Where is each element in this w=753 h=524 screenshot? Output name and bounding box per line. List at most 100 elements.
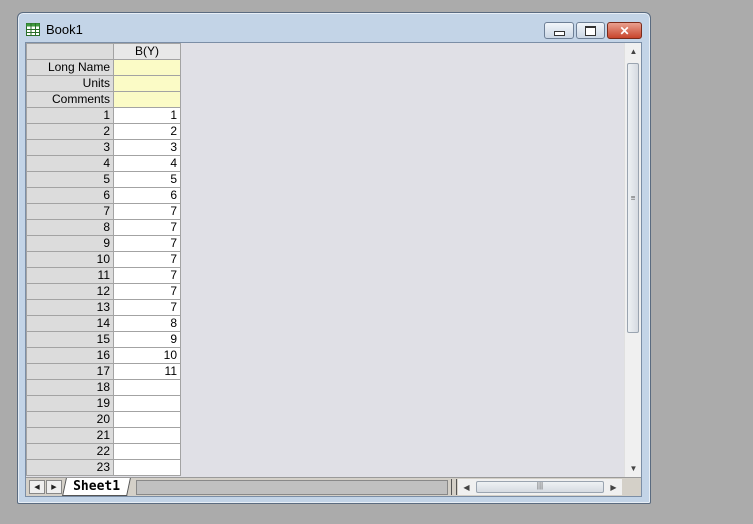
meta-cell[interactable] — [113, 59, 181, 76]
meta-row: Units — [26, 75, 181, 92]
data-cell[interactable]: 7 — [113, 267, 181, 284]
vertical-scroll-thumb[interactable]: ≡ — [627, 63, 639, 333]
row-header[interactable]: 12 — [26, 283, 114, 300]
data-cell[interactable]: 2 — [113, 123, 181, 140]
scroll-right-button[interactable]: ▶ — [605, 479, 622, 495]
table-row: 14 8 — [26, 315, 181, 332]
scroll-down-button[interactable]: ▼ — [625, 460, 641, 477]
scroll-up-button[interactable]: ▲ — [625, 43, 641, 60]
table-row: 16 10 — [26, 347, 181, 364]
table-row: 11 7 — [26, 267, 181, 284]
row-header[interactable]: 21 — [26, 427, 114, 444]
row-header[interactable]: 19 — [26, 395, 114, 412]
tab-sheet1[interactable]: Sheet1 — [62, 478, 131, 496]
meta-row-label[interactable]: Long Name — [26, 59, 114, 76]
table-row: 20 — [26, 411, 181, 428]
data-cell[interactable]: 4 — [113, 155, 181, 172]
next-sheet-button[interactable]: ▶ — [46, 480, 62, 494]
row-header[interactable]: 13 — [26, 299, 114, 316]
table-row: 13 7 — [26, 299, 181, 316]
row-header[interactable]: 20 — [26, 411, 114, 428]
row-header[interactable]: 22 — [26, 443, 114, 460]
worksheet-client: B(Y) Long Name Units Comments 1 1 2 2 3 3 4 4 5 5 6 6 7… — [25, 42, 642, 497]
table-row: 11 — [26, 107, 181, 124]
table-row: 87 — [26, 219, 181, 236]
meta-cell[interactable] — [113, 75, 181, 92]
minimize-button[interactable] — [544, 22, 574, 39]
meta-cell[interactable] — [113, 91, 181, 108]
maximize-button[interactable] — [576, 22, 605, 39]
data-cell[interactable]: 7 — [113, 251, 181, 268]
close-button[interactable]: ✕ — [607, 22, 642, 39]
data-cell[interactable] — [113, 379, 181, 396]
horizontal-scroll-thumb[interactable]: ||| — [476, 481, 604, 493]
data-cell[interactable]: 7 — [113, 235, 181, 252]
row-header[interactable]: 3 — [26, 139, 114, 156]
row-header[interactable]: 16 — [26, 347, 114, 364]
row-header[interactable]: 23 — [26, 459, 114, 476]
column-header-b[interactable]: B(Y) — [113, 43, 181, 60]
row-header[interactable]: 4 — [26, 155, 114, 172]
arrow-right-icon: ▶ — [51, 484, 57, 491]
data-cell[interactable] — [113, 395, 181, 412]
worksheet-grid[interactable]: B(Y) Long Name Units Comments 1 1 2 2 3 3 4 4 5 5 6 6 7… — [26, 43, 624, 477]
row-header[interactable]: 14 — [26, 315, 114, 332]
row-header[interactable]: 18 — [26, 379, 114, 396]
row-header[interactable]: 6 — [26, 187, 114, 204]
arrow-up-icon: ▲ — [629, 47, 638, 56]
data-cell[interactable]: 6 — [113, 187, 181, 204]
data-cell[interactable]: 7 — [113, 219, 181, 236]
vertical-scrollbar[interactable]: ▲ ≡ ▼ — [624, 43, 641, 477]
data-cell[interactable]: 9 — [113, 331, 181, 348]
select-all-corner[interactable] — [26, 43, 114, 60]
data-cell[interactable] — [113, 411, 181, 428]
row-header[interactable]: 9 — [26, 235, 114, 252]
horizontal-scrollbar[interactable]: ◀ ||| ▶ — [458, 479, 622, 495]
table-row: 19 — [26, 395, 181, 412]
prev-sheet-button[interactable]: ◀ — [29, 480, 45, 494]
row-header[interactable]: 8 — [26, 219, 114, 236]
workbook-icon — [26, 23, 40, 36]
data-cell[interactable]: 3 — [113, 139, 181, 156]
table-row: 12 7 — [26, 283, 181, 300]
data-cell[interactable]: 5 — [113, 171, 181, 188]
meta-row-label[interactable]: Comments — [26, 91, 114, 108]
table-row: 17 11 — [26, 363, 181, 380]
arrow-left-icon: ◀ — [463, 482, 470, 492]
table-row: 55 — [26, 171, 181, 188]
close-icon: ✕ — [619, 23, 630, 38]
data-cell[interactable]: 10 — [113, 347, 181, 364]
table-row: 77 — [26, 203, 181, 220]
grip-icon: ≡ — [630, 193, 636, 203]
data-cell[interactable]: 7 — [113, 203, 181, 220]
row-header[interactable]: 2 — [26, 123, 114, 140]
row-header[interactable]: 10 — [26, 251, 114, 268]
data-cell[interactable]: 7 — [113, 299, 181, 316]
title-bar[interactable]: Book1 ✕ — [18, 13, 650, 43]
arrow-down-icon: ▼ — [629, 464, 638, 473]
table-row: 33 — [26, 139, 181, 156]
scroll-left-button[interactable]: ◀ — [458, 479, 475, 495]
arrow-left-icon: ◀ — [34, 484, 40, 491]
row-header[interactable]: 11 — [26, 267, 114, 284]
data-cell[interactable] — [113, 459, 181, 476]
data-cell[interactable]: 7 — [113, 283, 181, 300]
data-cell[interactable] — [113, 427, 181, 444]
data-cell[interactable]: 8 — [113, 315, 181, 332]
workbook-window: Book1 ✕ B(Y) Long Name Units Comments 1 1 2 2 3… — [17, 12, 651, 504]
meta-row: Long Name — [26, 59, 181, 76]
row-header[interactable]: 1 — [26, 107, 114, 124]
table-row: 23 — [26, 459, 181, 476]
row-header[interactable]: 5 — [26, 171, 114, 188]
data-cell[interactable] — [113, 443, 181, 460]
window-title: Book1 — [46, 22, 83, 37]
data-cell[interactable]: 1 — [113, 107, 181, 124]
row-header[interactable]: 17 — [26, 363, 114, 380]
horizontal-split-handle[interactable] — [451, 479, 457, 495]
meta-row-label[interactable]: Units — [26, 75, 114, 92]
data-cell[interactable]: 11 — [113, 363, 181, 380]
arrow-right-icon: ▶ — [610, 482, 617, 492]
row-header[interactable]: 15 — [26, 331, 114, 348]
table-row: 22 — [26, 123, 181, 140]
row-header[interactable]: 7 — [26, 203, 114, 220]
